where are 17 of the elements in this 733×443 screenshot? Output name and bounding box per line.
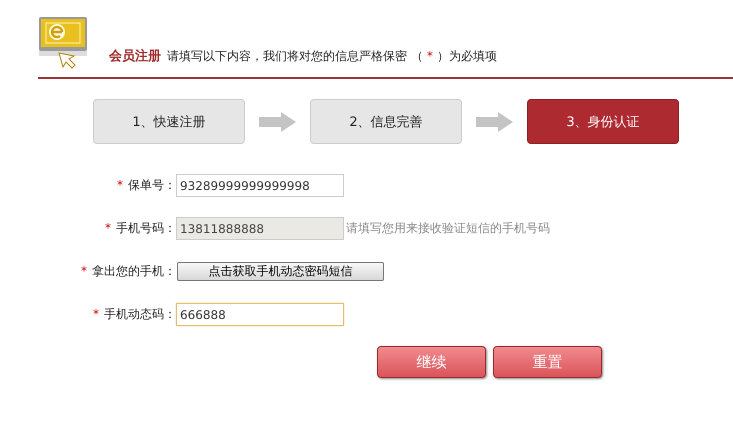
field-label: 拿出您的手机：: [92, 262, 176, 280]
field-label: 手机动态码：: [104, 306, 176, 322]
required-mark: *: [105, 221, 111, 235]
required-mark: *: [93, 307, 99, 321]
input-field[interactable]: 666888: [176, 303, 344, 326]
input-field[interactable]: 93289999999999998: [176, 174, 344, 197]
required-mark: *: [117, 178, 123, 192]
field-label: 保单号：: [128, 176, 176, 194]
arrow-icon: [476, 112, 513, 132]
page-title: 会员注册: [109, 49, 161, 64]
arrow-icon: [259, 112, 296, 132]
field-hint: 请填写您用来接收验证短信的手机号码: [346, 220, 550, 237]
required-notice: 请填写以下内容，我们将对您的信息严格保密 （ * ）为必填项: [167, 49, 497, 63]
required-mark: *: [81, 264, 87, 278]
monitor-logo-icon: [37, 15, 89, 71]
get-code-button[interactable]: 点击获取手机动态密码短信: [177, 262, 384, 281]
field-label: 手机号码：: [116, 220, 176, 236]
